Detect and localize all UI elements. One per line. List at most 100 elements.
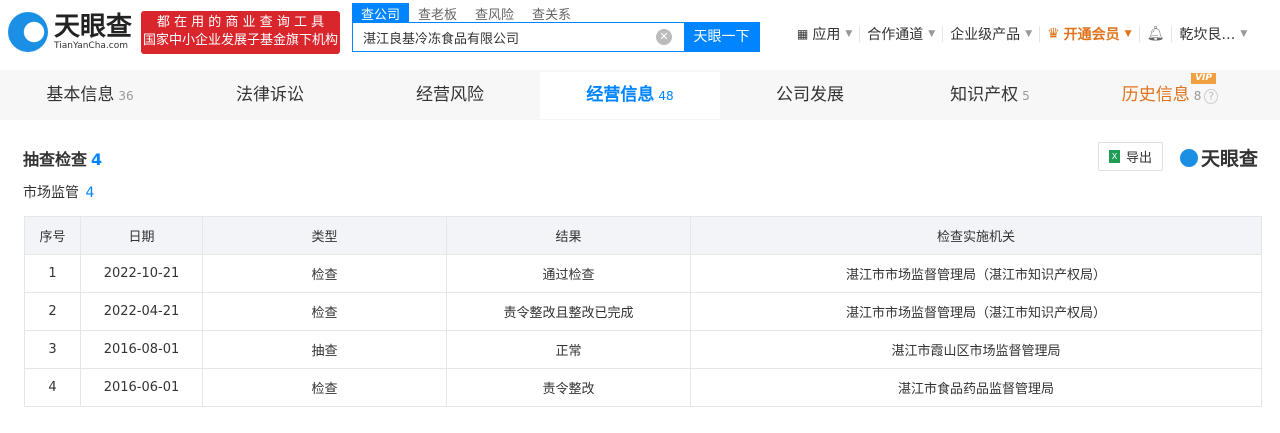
search-tab-relation[interactable]: 查关系 <box>523 3 580 23</box>
nav-label: 开通会员 <box>1063 27 1120 43</box>
table-cell: 2016-08-01 <box>80 330 203 369</box>
nav-vip[interactable]: ♛ 开通会员 ▼ <box>1040 26 1140 43</box>
logo[interactable]: 天眼查 TianYanCha.com <box>8 12 132 52</box>
chevron-down-icon: ▼ <box>1124 29 1132 39</box>
tab-count: 48 <box>658 89 674 103</box>
table-row: 4 2016-06-01 检查 责令整改 湛江市食品药品监督管理局 <box>24 368 1262 407</box>
table-cell: 检查 <box>202 254 447 293</box>
nav-label: 合作通道 <box>867 27 924 43</box>
slogan-line: 都 在 用 的 商 业 查 询 工 具 <box>156 15 325 30</box>
nav-user[interactable]: 乾坎艮… ▼ <box>1172 26 1254 43</box>
section-title: 抽查检查 4 <box>23 146 102 170</box>
table-cell: 湛江市市场监督管理局（湛江市知识产权局） <box>690 292 1262 331</box>
bell-icon[interactable]: 🔔︎ <box>1140 26 1173 42</box>
logo-icon <box>1180 148 1198 167</box>
grid-icon: ▦ <box>797 27 809 41</box>
nav-label: 企业级产品 <box>950 27 1021 43</box>
tab-count: 36 <box>118 89 134 103</box>
excel-icon: X <box>1108 150 1120 163</box>
tab-legal[interactable]: 法律诉讼 <box>180 72 360 119</box>
crown-icon: ♛ <box>1047 26 1060 42</box>
table-cell: 2022-10-21 <box>80 254 203 293</box>
chevron-down-icon: ▼ <box>845 29 853 39</box>
tab-label: 知识产权 <box>950 85 1019 105</box>
table-cell: 2016-06-01 <box>80 368 203 407</box>
tab-label: 经营风险 <box>416 85 484 105</box>
search-bar: ✕ 天眼一下 <box>352 22 760 52</box>
clear-icon[interactable]: ✕ <box>656 29 672 45</box>
table-cell: 3 <box>24 330 81 369</box>
table-cell: 责令整改且整改已完成 <box>446 292 691 331</box>
table-cell: 2 <box>24 292 81 331</box>
brand-text: 天眼查 <box>1201 148 1259 170</box>
table-cell: 责令整改 <box>446 368 691 407</box>
top-nav: ▦ 应用 ▼ 合作通道 ▼ 企业级产品 ▼ ♛ 开通会员 ▼ 🔔︎ 乾坎艮… ▼ <box>790 26 1254 43</box>
logo-text: 天眼查 <box>54 12 133 42</box>
tab-count: 5 <box>1022 89 1030 103</box>
logo-domain: TianYanCha.com <box>54 41 129 51</box>
chevron-down-icon: ▼ <box>1025 29 1033 39</box>
tab-ip[interactable]: 知识产权 5 <box>900 72 1080 119</box>
inspection-section: 抽查检查 4 市场监管 4 X 导出 天眼查 序号 日期 类型 结果 检查实施机关 1 202… <box>0 120 1280 433</box>
chevron-down-icon: ▼ <box>1240 29 1248 39</box>
title-count: 4 <box>91 150 103 169</box>
table-header: 序号 日期 类型 结果 检查实施机关 <box>24 216 1262 255</box>
tab-development[interactable]: 公司发展 <box>720 72 900 119</box>
column-header: 检查实施机关 <box>690 216 1262 255</box>
tab-label: 经营信息 <box>586 85 655 105</box>
tab-count: 8 <box>1193 89 1202 103</box>
tab-history[interactable]: VIP 历史信息 8? <box>1080 72 1260 119</box>
chevron-down-icon: ▼ <box>928 29 936 39</box>
sub-text: 市场监管 <box>23 185 79 201</box>
table-row: 3 2016-08-01 抽查 正常 湛江市霞山区市场监督管理局 <box>24 330 1262 369</box>
vip-badge: VIP <box>1191 73 1216 84</box>
table-cell: 通过检查 <box>446 254 691 293</box>
nav-partner[interactable]: 合作通道 ▼ <box>860 26 944 43</box>
table-cell: 湛江市食品药品监督管理局 <box>690 368 1262 407</box>
table-cell: 检查 <box>202 292 447 331</box>
search-tab-risk[interactable]: 查风险 <box>466 3 523 23</box>
tab-business-info[interactable]: 经营信息 48 <box>540 72 720 119</box>
user-name: 乾坎艮… <box>1179 27 1236 43</box>
column-header: 序号 <box>24 216 81 255</box>
table-cell: 2022-04-21 <box>80 292 203 331</box>
table-cell: 4 <box>24 368 81 407</box>
search-type-tabs: 查公司 查老板 查风险 查关系 <box>352 3 580 23</box>
inspection-table: 序号 日期 类型 结果 检查实施机关 1 2022-10-21 检查 通过检查 湛江市市场监督管… <box>24 216 1262 407</box>
help-icon[interactable]: ? <box>1204 89 1219 104</box>
tab-basic-info[interactable]: 基本信息 36 <box>0 72 180 119</box>
nav-apps[interactable]: ▦ 应用 ▼ <box>790 26 861 43</box>
tab-label: 基本信息 <box>46 85 115 105</box>
column-header: 日期 <box>80 216 203 255</box>
slogan-banner: 都 在 用 的 商 业 查 询 工 具国家中小企业发展子基金旗下机构 <box>141 11 340 54</box>
nav-enterprise[interactable]: 企业级产品 ▼ <box>943 26 1041 43</box>
table-cell: 检查 <box>202 368 447 407</box>
tab-label: 法律诉讼 <box>236 85 304 105</box>
export-label: 导出 <box>1125 151 1152 166</box>
search-button[interactable]: 天眼一下 <box>684 23 759 51</box>
subsection-title: 市场监管 4 <box>23 182 94 202</box>
logo-icon <box>8 12 48 52</box>
table-cell: 抽查 <box>202 330 447 369</box>
table-row: 2 2022-04-21 检查 责令整改且整改已完成 湛江市市场监督管理局（湛江市知识产… <box>24 292 1262 331</box>
export-button[interactable]: X 导出 <box>1098 142 1163 171</box>
title-text: 抽查检查 <box>23 150 88 169</box>
nav-label: 应用 <box>812 27 841 43</box>
top-header: 天眼查 TianYanCha.com 都 在 用 的 商 业 查 询 工 具国家中… <box>0 0 1280 70</box>
table-cell: 1 <box>24 254 81 293</box>
search-tab-boss[interactable]: 查老板 <box>409 3 466 23</box>
brand-watermark: 天眼查 <box>1180 144 1258 171</box>
table-row: 1 2022-10-21 检查 通过检查 湛江市市场监督管理局（湛江市知识产权局） <box>24 254 1262 293</box>
table-cell: 湛江市市场监督管理局（湛江市知识产权局） <box>690 254 1262 293</box>
search-input[interactable] <box>353 23 656 51</box>
column-header: 类型 <box>202 216 447 255</box>
tab-label: 历史信息 <box>1121 85 1190 105</box>
search-tab-company[interactable]: 查公司 <box>352 3 410 23</box>
column-header: 结果 <box>446 216 691 255</box>
tab-risk[interactable]: 经营风险 <box>360 72 540 119</box>
company-tabs: 基本信息 36 法律诉讼 经营风险 经营信息 48 公司发展 知识产权 5 VIP 历史… <box>0 72 1280 119</box>
table-cell: 湛江市霞山区市场监督管理局 <box>690 330 1262 369</box>
slogan-line: 国家中小企业发展子基金旗下机构 <box>142 33 338 48</box>
sub-count: 4 <box>85 185 95 201</box>
table-cell: 正常 <box>446 330 691 369</box>
